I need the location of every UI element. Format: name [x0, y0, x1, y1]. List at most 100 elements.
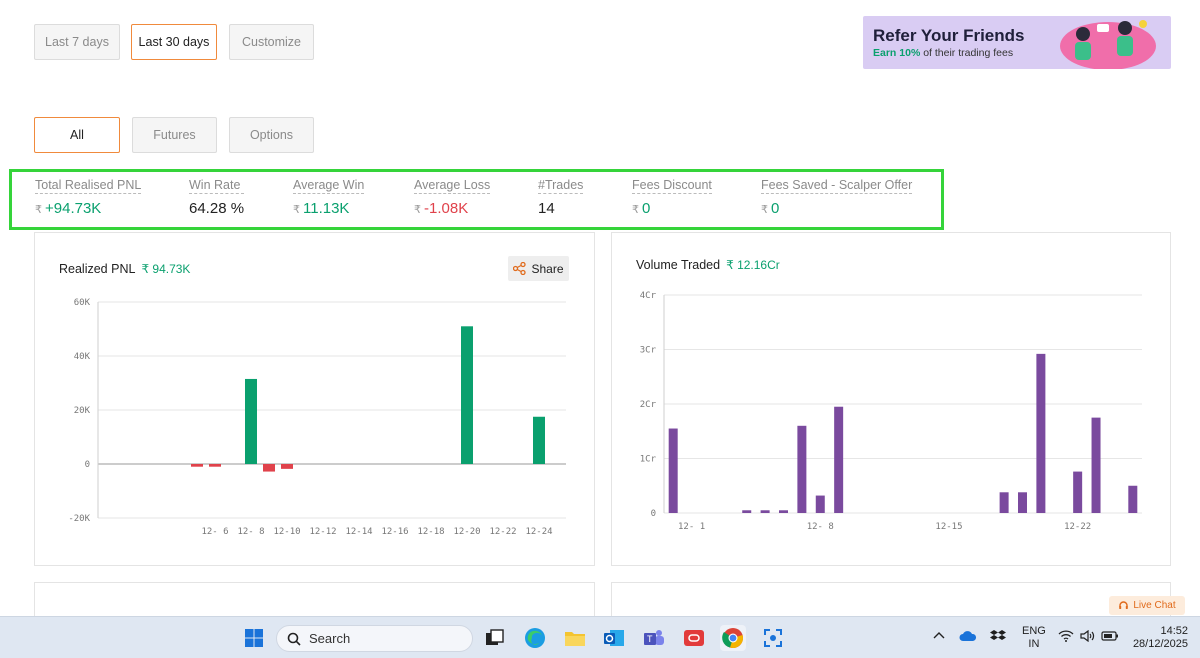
chart-bar[interactable] — [245, 378, 257, 464]
stat-label: Average Win — [293, 178, 365, 194]
stat-trades: #Trades 14 — [538, 178, 584, 217]
stat-label: Total Realised PNL — [35, 178, 142, 194]
y-tick-label: 40K — [74, 352, 91, 362]
tab-options[interactable]: Options — [229, 117, 314, 153]
stat-label: Fees Saved - Scalper Offer — [761, 178, 913, 194]
chart-bar[interactable] — [834, 406, 844, 513]
windows-taskbar: Search T ENG IN 14:52 28/12/2025 — [0, 616, 1200, 658]
range-customize-button[interactable]: Customize — [229, 24, 314, 60]
y-tick-label: -20K — [68, 514, 90, 524]
search-placeholder: Search — [309, 631, 351, 646]
language-indicator[interactable]: ENG IN — [1022, 625, 1046, 651]
chart-bar[interactable] — [1036, 353, 1046, 513]
y-tick-label: 2Cr — [640, 400, 657, 410]
chart-bar[interactable] — [1018, 492, 1027, 513]
chart-bar[interactable] — [815, 495, 825, 513]
chart-bar[interactable] — [281, 464, 293, 469]
stat-win-rate: Win Rate 64.28 % — [189, 178, 245, 217]
file-explorer-icon[interactable] — [562, 625, 588, 651]
dropbox-icon[interactable] — [990, 629, 1006, 646]
chart-bar[interactable] — [797, 425, 807, 513]
chrome-browser-icon[interactable] — [720, 625, 746, 651]
stat-label: Fees Discount — [632, 178, 712, 194]
task-view-icon[interactable] — [482, 625, 508, 651]
stat-label: Win Rate — [189, 178, 245, 194]
currency-symbol: ₹ — [414, 204, 421, 216]
edge-browser-icon[interactable] — [522, 625, 548, 651]
chart-bar[interactable] — [461, 326, 473, 464]
range-last-7-days-button[interactable]: Last 7 days — [34, 24, 120, 60]
battery-icon[interactable] — [1101, 630, 1119, 645]
chart-bar[interactable] — [209, 464, 221, 467]
x-tick-label: 12-22 — [489, 527, 516, 537]
chart-bar[interactable] — [742, 510, 752, 513]
headset-icon — [1119, 601, 1129, 609]
chart-bar[interactable] — [533, 416, 545, 464]
x-tick-label: 12- 6 — [201, 527, 228, 537]
refer-illustration — [1060, 20, 1156, 69]
summary-stats: Total Realised PNL ₹ +94.73K Win Rate 64.… — [9, 169, 944, 230]
currency-symbol: ₹ — [761, 204, 768, 216]
x-tick-label: 12-16 — [381, 527, 408, 537]
share-icon — [513, 262, 527, 275]
range-last-30-days-button[interactable]: Last 30 days — [131, 24, 217, 60]
realized-pnl-chart: 60K 40K 20K 0 -20K 12- 6 12- 8 12-10 12-12 12-14 1… — [68, 298, 566, 537]
stat-label: #Trades — [538, 178, 584, 194]
x-tick-label: 12-18 — [417, 527, 444, 537]
x-tick-label: 12-14 — [345, 527, 372, 537]
tab-futures[interactable]: Futures — [132, 117, 217, 153]
clock-date: 28/12/2025 — [1132, 638, 1188, 650]
chart-bar[interactable] — [1073, 471, 1083, 513]
app-page: Last 7 days Last 30 days Customize Refer… — [0, 0, 1200, 622]
realized-pnl-title: Realized PNL ₹ 94.73K — [59, 262, 191, 276]
chart-bar[interactable] — [760, 510, 770, 513]
chart-bar[interactable] — [999, 492, 1009, 513]
x-tick-label: 12-24 — [525, 527, 552, 537]
volume-traded-chart: 4Cr 3Cr 2Cr 1Cr 0 12- 1 12- 8 12-15 12-22 — [640, 291, 1142, 532]
tab-all[interactable]: All — [34, 117, 120, 153]
y-tick-label: 4Cr — [640, 291, 657, 301]
stat-value: +94.73K — [45, 200, 102, 217]
stat-average-loss: Average Loss ₹ -1.08K — [414, 178, 491, 217]
chart-bar[interactable] — [668, 428, 678, 513]
red-app-icon[interactable] — [681, 625, 707, 651]
stat-total-realised-pnl: Total Realised PNL ₹ +94.73K — [35, 178, 142, 217]
y-tick-label: 20K — [74, 406, 91, 416]
language-code: ENG — [1022, 625, 1046, 637]
teams-icon[interactable]: T — [641, 625, 667, 651]
taskbar-search-input[interactable]: Search — [276, 625, 473, 652]
snipping-tool-icon[interactable] — [760, 625, 786, 651]
x-tick-label: 12-10 — [273, 527, 300, 537]
volume-icon[interactable] — [1080, 629, 1096, 645]
y-tick-label: 3Cr — [640, 346, 657, 356]
show-hidden-icons-chevron-icon[interactable] — [933, 630, 945, 643]
share-button[interactable]: Share — [508, 256, 569, 281]
y-tick-label: 0 — [85, 460, 90, 470]
chart-bar[interactable] — [191, 464, 203, 467]
stat-value: -1.08K — [424, 200, 469, 217]
live-chat-button[interactable]: Live Chat — [1109, 596, 1185, 615]
volume-traded-title: Volume Traded ₹ 12.16Cr — [636, 258, 780, 272]
wifi-icon[interactable] — [1058, 630, 1074, 645]
stat-fees-discount: Fees Discount ₹0 — [632, 178, 712, 217]
chart-bar[interactable] — [779, 510, 788, 513]
svg-text:T: T — [647, 634, 653, 644]
x-tick-label: 12- 8 — [237, 527, 264, 537]
chart-bar[interactable] — [263, 464, 275, 472]
outlook-icon[interactable] — [601, 625, 627, 651]
y-tick-label: 60K — [74, 298, 91, 308]
currency-symbol: ₹ — [632, 204, 639, 216]
stat-average-win: Average Win ₹11.13K — [293, 178, 365, 217]
currency-symbol: ₹ — [293, 204, 300, 216]
currency-symbol: ₹ — [35, 204, 42, 216]
region-code: IN — [1028, 638, 1040, 650]
refer-friends-banner[interactable]: Refer Your Friends Earn 10% of their tra… — [863, 16, 1171, 69]
stat-value: 11.13K — [303, 200, 350, 217]
stat-fees-saved-scalper: Fees Saved - Scalper Offer ₹0 — [761, 178, 913, 217]
onedrive-icon[interactable] — [959, 630, 977, 645]
clock[interactable]: 14:52 28/12/2025 — [1132, 625, 1188, 651]
live-chat-label: Live Chat — [1133, 600, 1176, 611]
chart-bar[interactable] — [1091, 417, 1101, 513]
chart-bar[interactable] — [1128, 485, 1138, 513]
windows-start-icon[interactable] — [241, 625, 267, 651]
